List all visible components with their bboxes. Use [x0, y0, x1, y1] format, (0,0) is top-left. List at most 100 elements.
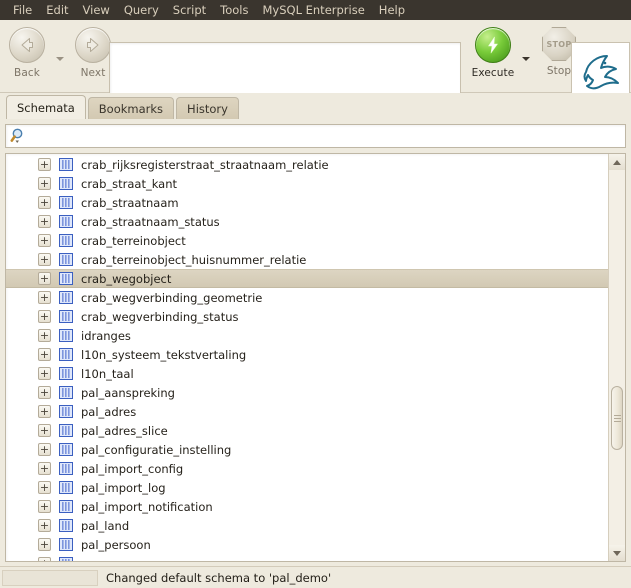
- table-row[interactable]: + l10n_taal: [6, 364, 608, 383]
- table-row[interactable]: + pal_configuratie_instelling: [6, 440, 608, 459]
- schema-database-icon: [59, 291, 73, 304]
- table-row[interactable]: + pal_adres: [6, 402, 608, 421]
- schema-name-label: crab_terreinobject: [81, 233, 186, 248]
- table-row[interactable]: + idranges: [6, 326, 608, 345]
- menu-item-mysql-enterprise[interactable]: MySQL Enterprise: [255, 1, 371, 19]
- expand-plus-icon[interactable]: +: [38, 443, 51, 456]
- expand-plus-icon[interactable]: +: [38, 196, 51, 209]
- table-row[interactable]: + l10n_systeem_tekstvertaling: [6, 345, 608, 364]
- expand-plus-icon[interactable]: +: [38, 253, 51, 266]
- back-dropdown-arrow-icon[interactable]: [54, 56, 66, 61]
- tab-bookmarks[interactable]: Bookmarks: [87, 97, 175, 119]
- back-button-label: Back: [14, 67, 40, 79]
- status-bar-left-cell: [2, 569, 98, 586]
- table-row[interactable]: + pal_import_config: [6, 459, 608, 478]
- table-row[interactable]: +: [6, 554, 608, 561]
- scroll-up-arrow-icon[interactable]: [609, 154, 625, 170]
- schema-database-icon: [59, 234, 73, 247]
- execute-button[interactable]: Execute: [466, 20, 520, 79]
- expand-plus-icon[interactable]: +: [38, 481, 51, 494]
- schema-tree-list[interactable]: + crab_rijksregisterstraat_straatnaam_rel…: [6, 154, 608, 561]
- schema-name-label: crab_terreinobject_huisnummer_relatie: [81, 252, 307, 267]
- back-button[interactable]: Back: [0, 20, 54, 79]
- table-row[interactable]: + pal_import_notification: [6, 497, 608, 516]
- schema-database-icon: [59, 424, 73, 437]
- table-row[interactable]: + crab_straatnaam: [6, 193, 608, 212]
- schema-database-icon: [59, 158, 73, 171]
- expand-plus-icon[interactable]: +: [38, 462, 51, 475]
- schema-search-bar: [5, 124, 626, 148]
- schema-database-icon: [59, 367, 73, 380]
- execute-dropdown-arrow-icon[interactable]: [520, 56, 532, 61]
- scroll-down-arrow-icon[interactable]: [609, 545, 625, 561]
- expand-plus-icon[interactable]: +: [38, 158, 51, 171]
- expand-plus-icon[interactable]: +: [38, 424, 51, 437]
- schema-database-icon: [59, 500, 73, 513]
- expand-plus-icon[interactable]: +: [38, 500, 51, 513]
- toolbar: Back Next Execute STOP Stop: [0, 20, 631, 104]
- table-row[interactable]: + crab_terreinobject_huisnummer_relatie: [6, 250, 608, 269]
- schema-database-icon: [59, 443, 73, 456]
- schema-name-label: crab_rijksregisterstraat_straatnaam_rela…: [81, 157, 329, 172]
- expand-plus-icon[interactable]: +: [38, 329, 51, 342]
- schema-database-icon: [59, 462, 73, 475]
- next-arrow-icon: [75, 27, 111, 63]
- menu-item-query[interactable]: Query: [117, 1, 166, 19]
- menu-item-view[interactable]: View: [76, 1, 117, 19]
- table-row[interactable]: + crab_wegverbinding_status: [6, 307, 608, 326]
- expand-plus-icon[interactable]: +: [38, 291, 51, 304]
- schema-database-icon: [59, 405, 73, 418]
- menu-item-edit[interactable]: Edit: [39, 1, 75, 19]
- schema-name-label: pal_import_notification: [81, 499, 213, 514]
- tab-history[interactable]: History: [176, 97, 239, 119]
- table-row[interactable]: + pal_aanspreking: [6, 383, 608, 402]
- schema-database-icon: [59, 481, 73, 494]
- schema-tree-scrollbar[interactable]: [608, 154, 625, 561]
- expand-plus-icon[interactable]: +: [38, 215, 51, 228]
- menu-item-help[interactable]: Help: [372, 1, 412, 19]
- expand-plus-icon[interactable]: +: [38, 367, 51, 380]
- schema-name-label: l10n_taal: [81, 366, 134, 381]
- schema-search-input[interactable]: [28, 129, 625, 143]
- status-bar-message: Changed default schema to 'pal_demo': [106, 570, 332, 585]
- schema-database-icon: [59, 386, 73, 399]
- schema-database-icon: [59, 310, 73, 323]
- schema-name-label: crab_straatnaam: [81, 195, 179, 210]
- expand-plus-icon[interactable]: +: [38, 538, 51, 551]
- expand-plus-icon[interactable]: +: [38, 272, 51, 285]
- table-row[interactable]: + crab_rijksregisterstraat_straatnaam_rel…: [6, 155, 608, 174]
- expand-plus-icon[interactable]: +: [38, 405, 51, 418]
- tab-schemata[interactable]: Schemata: [6, 95, 86, 119]
- expand-plus-icon[interactable]: +: [38, 310, 51, 323]
- expand-plus-icon[interactable]: +: [38, 348, 51, 361]
- table-row[interactable]: + pal_land: [6, 516, 608, 535]
- table-row[interactable]: + crab_straat_kant: [6, 174, 608, 193]
- table-row[interactable]: + crab_straatnaam_status: [6, 212, 608, 231]
- table-row[interactable]: + pal_import_log: [6, 478, 608, 497]
- schema-database-icon: [59, 196, 73, 209]
- schema-name-label: idranges: [81, 328, 131, 343]
- schema-database-icon: [59, 215, 73, 228]
- menu-item-file[interactable]: File: [6, 1, 39, 19]
- next-button-label: Next: [80, 67, 106, 79]
- schema-tree-container: + crab_rijksregisterstraat_straatnaam_rel…: [5, 153, 626, 562]
- expand-plus-icon[interactable]: +: [38, 177, 51, 190]
- expand-plus-icon[interactable]: +: [38, 386, 51, 399]
- scrollbar-track[interactable]: [609, 170, 625, 545]
- menu-item-script[interactable]: Script: [166, 1, 213, 19]
- search-magnifier-icon[interactable]: [10, 127, 28, 145]
- table-row[interactable]: + pal_persoon: [6, 535, 608, 554]
- table-row[interactable]: + crab_wegobject: [6, 269, 608, 288]
- scrollbar-thumb[interactable]: [611, 386, 623, 450]
- expand-plus-icon[interactable]: +: [38, 519, 51, 532]
- expand-plus-icon[interactable]: +: [38, 557, 51, 561]
- table-row[interactable]: + crab_terreinobject: [6, 231, 608, 250]
- table-row[interactable]: + pal_adres_slice: [6, 421, 608, 440]
- execution-tool-group: Execute STOP Stop: [466, 20, 586, 79]
- expand-plus-icon[interactable]: +: [38, 234, 51, 247]
- table-row[interactable]: + crab_wegverbinding_geometrie: [6, 288, 608, 307]
- schema-database-icon: [59, 348, 73, 361]
- schema-database-icon: [59, 272, 73, 285]
- schema-database-icon: [59, 253, 73, 266]
- menu-item-tools[interactable]: Tools: [213, 1, 255, 19]
